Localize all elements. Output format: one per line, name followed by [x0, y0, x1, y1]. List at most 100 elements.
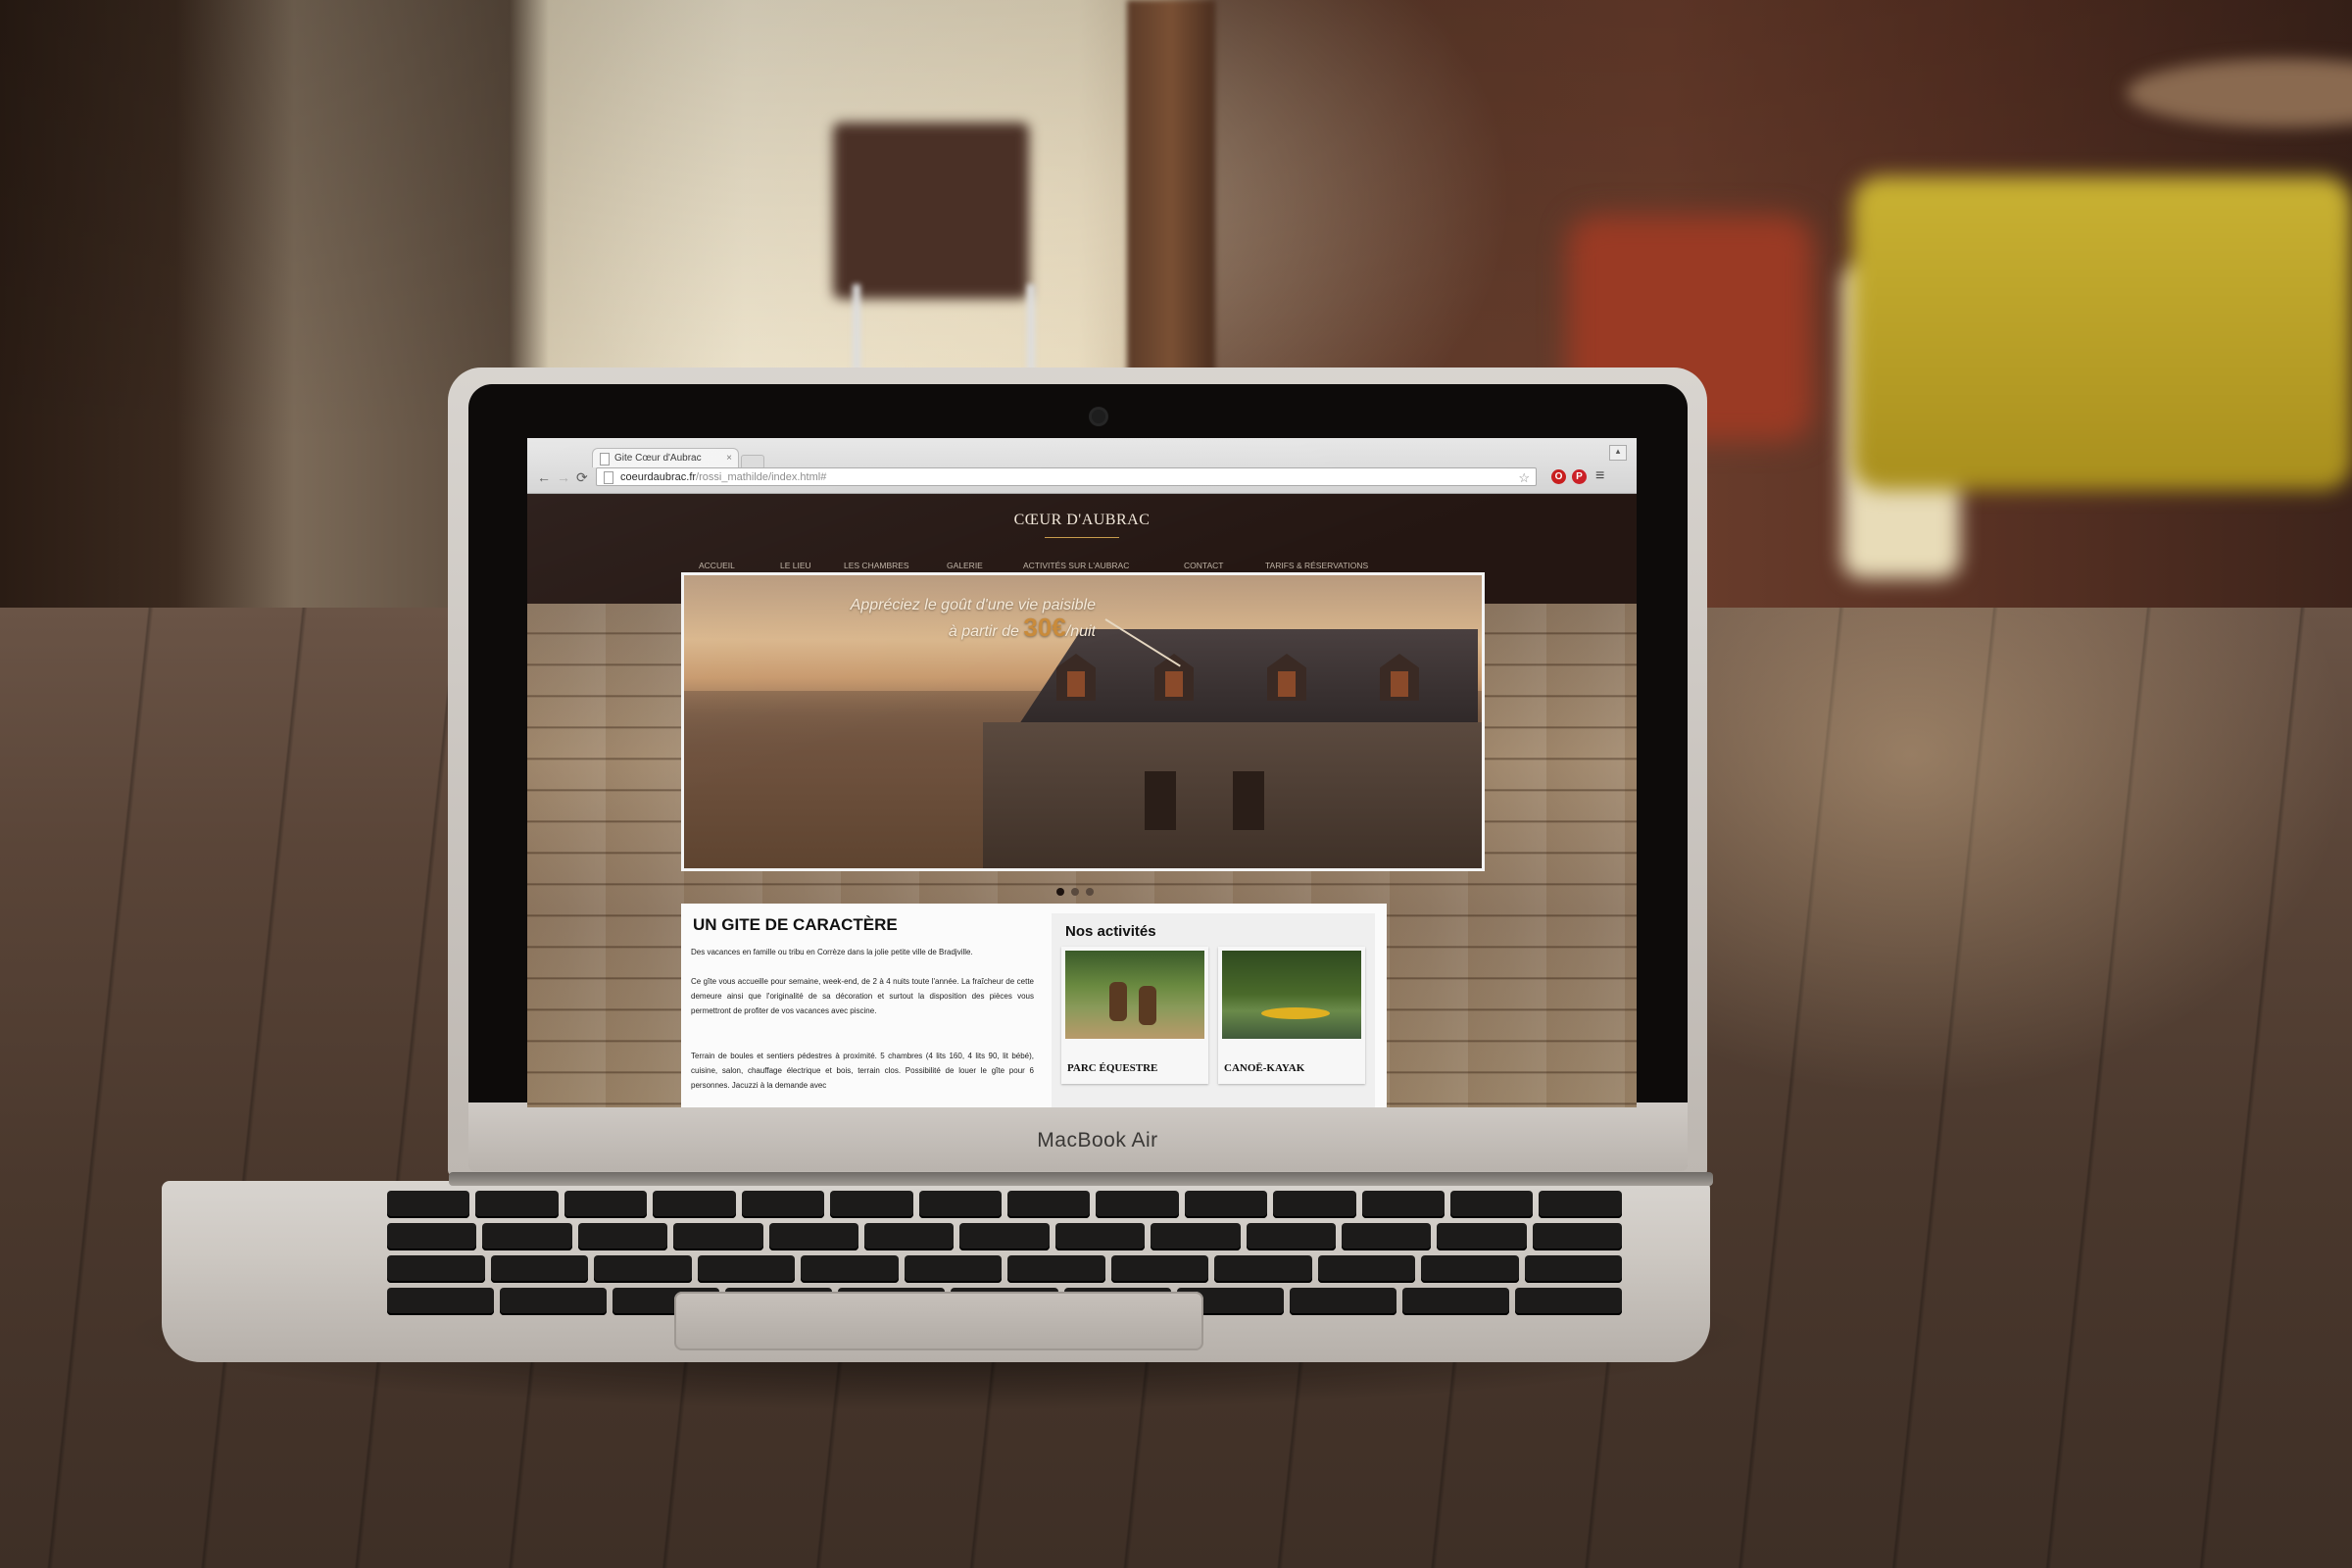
activity-image-equestre[interactable]	[1065, 951, 1204, 1039]
trackpad[interactable]	[674, 1292, 1203, 1350]
key[interactable]	[697, 1255, 795, 1283]
key[interactable]	[594, 1255, 692, 1283]
laptop-brand-label: MacBook Air	[1037, 1129, 1158, 1152]
key[interactable]	[564, 1191, 648, 1218]
key[interactable]	[1450, 1191, 1534, 1218]
dormer-window	[1391, 671, 1408, 697]
key[interactable]	[1532, 1223, 1623, 1250]
laptop-hinge	[449, 1172, 1713, 1186]
key[interactable]	[1437, 1223, 1527, 1250]
key[interactable]	[959, 1223, 1050, 1250]
key[interactable]	[1214, 1255, 1312, 1283]
key[interactable]	[1273, 1191, 1356, 1218]
activity-label[interactable]: CANOË-KAYAK	[1224, 1062, 1304, 1074]
key[interactable]	[387, 1191, 470, 1218]
key[interactable]	[830, 1191, 913, 1218]
house-door	[1145, 771, 1176, 830]
key[interactable]	[863, 1223, 955, 1250]
key[interactable]	[1096, 1191, 1179, 1218]
key[interactable]	[673, 1223, 763, 1250]
background-chair	[833, 122, 1029, 299]
reload-icon[interactable]: ⟳	[576, 470, 588, 484]
key[interactable]	[387, 1223, 477, 1250]
intro-paragraph-1: Des vacances en famille ou tribu en Corr…	[691, 948, 973, 956]
key[interactable]	[801, 1255, 899, 1283]
key[interactable]	[1289, 1288, 1396, 1315]
extension-opera-icon[interactable]: O	[1551, 469, 1566, 484]
key[interactable]	[1054, 1223, 1146, 1250]
browser-tab[interactable]: Gite Cœur d'Aubrac ×	[592, 448, 739, 467]
house-door	[1233, 771, 1264, 830]
nav-item-chambres[interactable]: LES CHAMBRES	[844, 561, 909, 570]
forward-arrow-icon[interactable]: →	[557, 470, 570, 484]
url-host: coeurdaubrac.fr	[620, 471, 697, 483]
horse-rider	[1139, 986, 1156, 1025]
key[interactable]	[1361, 1191, 1446, 1218]
key[interactable]	[1184, 1191, 1268, 1218]
nav-item-le-lieu[interactable]: LE LIEU	[780, 561, 811, 570]
content-section: UN GITE DE CARACTÈRE Des vacances en fam…	[681, 904, 1387, 1107]
activity-card-kayak[interactable]: CANOË-KAYAK	[1218, 947, 1365, 1084]
key[interactable]	[1421, 1255, 1519, 1283]
key[interactable]	[653, 1191, 736, 1218]
price-value: 30€	[1023, 612, 1066, 642]
key[interactable]	[741, 1191, 825, 1218]
tagline-line-2: à partir de 30€/nuit	[723, 614, 1096, 643]
slider-dot-2[interactable]	[1071, 888, 1079, 896]
key[interactable]	[1007, 1255, 1105, 1283]
key[interactable]	[1524, 1255, 1622, 1283]
back-arrow-icon[interactable]: ←	[537, 470, 551, 484]
intro-paragraph-3: Terrain de boules et sentiers pédestres …	[691, 1052, 1034, 1090]
key[interactable]	[1317, 1255, 1415, 1283]
hero-slider[interactable]: Appréciez le goût d'une vie paisible à p…	[681, 572, 1485, 871]
nav-item-contact[interactable]: CONTACT	[1184, 561, 1223, 570]
activity-card-equestre[interactable]: PARC ÉQUESTRE	[1061, 947, 1208, 1084]
key[interactable]	[1341, 1223, 1432, 1250]
bookmark-star-icon[interactable]: ☆	[1518, 468, 1530, 487]
key[interactable]	[1246, 1223, 1336, 1250]
key[interactable]	[387, 1255, 485, 1283]
key[interactable]	[904, 1255, 1002, 1283]
key[interactable]	[768, 1223, 858, 1250]
slider-dot-3[interactable]	[1086, 888, 1094, 896]
extension-pinterest-icon[interactable]: P	[1572, 469, 1587, 484]
key[interactable]	[1151, 1223, 1241, 1250]
browser-chrome: Gite Cœur d'Aubrac × ▴ ← → ⟳ coeurdaubra…	[527, 438, 1637, 494]
key[interactable]	[1401, 1288, 1509, 1315]
keyboard-row	[387, 1223, 1623, 1250]
activities-panel: Nos activités PARC ÉQUESTRE CANOË-KAYAK	[1052, 913, 1375, 1107]
page-icon	[604, 471, 613, 484]
dormer-window	[1165, 671, 1183, 697]
activity-image-kayak[interactable]	[1222, 951, 1361, 1039]
key[interactable]	[577, 1223, 668, 1250]
nav-item-accueil[interactable]: ACCUEIL	[699, 561, 735, 570]
key[interactable]	[387, 1288, 495, 1315]
website: CŒUR D'AUBRAC ACCUEIL LE LIEU LES CHAMBR…	[527, 494, 1637, 1107]
key[interactable]	[500, 1288, 608, 1315]
menu-icon[interactable]: ≡	[1595, 467, 1604, 485]
activities-title: Nos activités	[1065, 923, 1156, 940]
horse-rider	[1109, 982, 1127, 1021]
slider-dot-1[interactable]	[1056, 888, 1064, 896]
address-bar[interactable]: coeurdaubrac.fr/rossi_mathilde/index.htm…	[596, 467, 1537, 486]
key[interactable]	[482, 1223, 572, 1250]
key[interactable]	[475, 1191, 559, 1218]
site-logo[interactable]: CŒUR D'AUBRAC	[527, 512, 1637, 529]
intro-paragraph-2: Ce gîte vous accueille pour semaine, wee…	[691, 977, 1034, 1015]
key[interactable]	[1110, 1255, 1208, 1283]
window-button[interactable]: ▴	[1609, 445, 1627, 461]
keyboard-row	[387, 1191, 1622, 1218]
activity-label[interactable]: PARC ÉQUESTRE	[1067, 1062, 1157, 1074]
key[interactable]	[490, 1255, 588, 1283]
close-icon[interactable]: ×	[726, 449, 732, 468]
key[interactable]	[1539, 1191, 1622, 1218]
page-icon	[600, 453, 610, 466]
key[interactable]	[1006, 1191, 1091, 1218]
nav-item-activites[interactable]: ACTIVITÉS SUR L'AUBRAC	[1023, 561, 1129, 570]
nav-item-galerie[interactable]: GALERIE	[947, 561, 983, 570]
nav-item-tarifs[interactable]: TARIFS & RÉSERVATIONS	[1265, 561, 1368, 570]
slider-tagline: Appréciez le goût d'une vie paisible à p…	[723, 595, 1096, 643]
tagline-prefix: à partir de	[948, 623, 1019, 640]
key[interactable]	[918, 1191, 1002, 1218]
key[interactable]	[1514, 1288, 1623, 1315]
